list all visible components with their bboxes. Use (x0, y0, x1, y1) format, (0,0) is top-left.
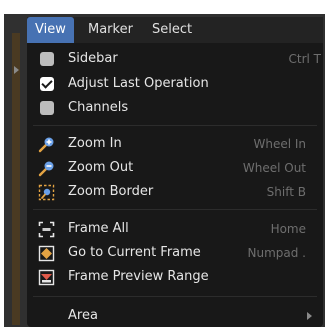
menu-select[interactable]: Select (144, 17, 200, 43)
menu-item-label: Adjust Last Operation (68, 76, 209, 91)
menu-view[interactable]: View (27, 17, 74, 43)
menu-separator (33, 296, 317, 297)
menu-marker[interactable]: Marker (80, 17, 141, 43)
menu-item-channels[interactable]: Channels (27, 97, 323, 119)
shortcut-label: Shift B (266, 185, 306, 199)
menu-item-label: Sidebar (68, 51, 118, 66)
menu-item-go-to-current-frame[interactable]: Go to Current Frame Numpad . (27, 242, 323, 264)
menu-item-label: Zoom Out (68, 160, 134, 175)
zoom-out-icon (38, 161, 54, 177)
view-menu-dropdown: Sidebar Ctrl T Adjust Last Operation Cha… (27, 43, 323, 327)
editor-header: View Marker Select (27, 17, 323, 43)
checkbox[interactable] (40, 101, 54, 115)
zoom-border-icon (38, 184, 55, 201)
preview-range-icon (38, 269, 55, 286)
menu-item-label: Zoom In (68, 136, 122, 151)
menu-item-frame-preview-range[interactable]: Frame Preview Range (27, 266, 323, 288)
menu-item-label: Frame All (68, 221, 129, 236)
menu-item-zoom-out[interactable]: Zoom Out Wheel Out (27, 157, 323, 179)
shortcut-label: Home (270, 222, 306, 236)
shortcut-label: Wheel Out (242, 161, 306, 175)
shortcut-label: Numpad . (247, 246, 307, 260)
menu-item-label: Frame Preview Range (68, 269, 209, 284)
current-frame-icon (38, 245, 55, 262)
submenu-arrow-icon (307, 312, 312, 320)
checkbox-checked[interactable] (40, 77, 54, 91)
menu-item-zoom-border[interactable]: Zoom Border Shift B (27, 181, 323, 203)
menu-item-frame-all[interactable]: Frame All Home (27, 218, 323, 240)
menu-item-label: Area (68, 308, 98, 323)
menu-item-zoom-in[interactable]: Zoom In Wheel In (27, 133, 323, 155)
menu-item-label: Go to Current Frame (68, 245, 201, 260)
frame-all-icon (38, 221, 55, 238)
menu-item-label: Zoom Border (68, 184, 154, 199)
menu-separator (33, 209, 317, 210)
checkbox[interactable] (40, 52, 54, 66)
menu-item-adjust-last-operation[interactable]: Adjust Last Operation (27, 73, 323, 95)
shortcut-label: Wheel In (253, 137, 306, 151)
menu-separator (33, 125, 317, 126)
shortcut-label: Ctrl T (288, 52, 322, 66)
expand-arrow-icon[interactable] (14, 66, 19, 74)
menu-item-label: Channels (68, 100, 129, 115)
channel-region-strip (12, 33, 20, 325)
menu-item-area[interactable]: Area (27, 305, 323, 327)
menu-item-sidebar[interactable]: Sidebar Ctrl T (27, 48, 323, 70)
zoom-in-icon (38, 137, 54, 153)
